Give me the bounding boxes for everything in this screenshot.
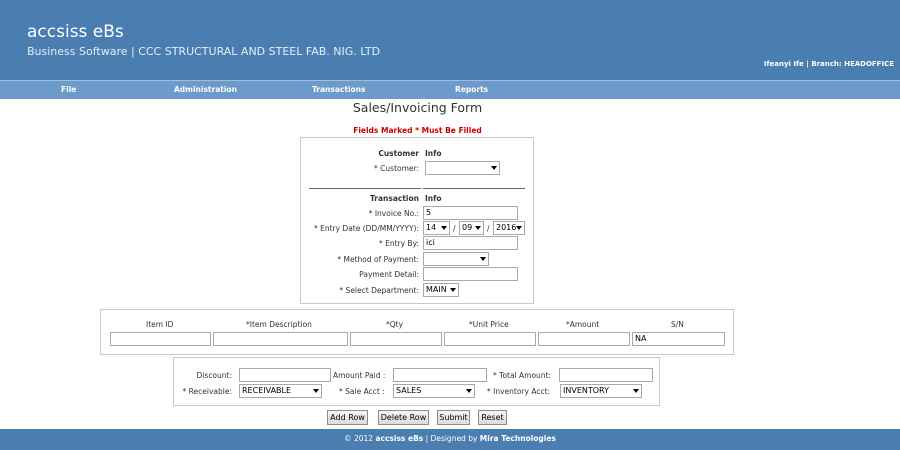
delete-row-button[interactable]: Delete Row (378, 410, 429, 425)
amount-input[interactable] (538, 332, 630, 346)
sale-acct-label: * Sale Acct : (339, 387, 385, 396)
date-separator: / (487, 224, 490, 233)
sale-acct-select[interactable]: SALES (393, 384, 475, 398)
inventory-acct-label: * Inventory Acct: (487, 387, 551, 396)
invoice-no-label: * Invoice No.: (368, 209, 419, 218)
nav-transactions[interactable]: Transactions (312, 85, 365, 94)
invoice-no-input[interactable]: 5 (423, 206, 518, 220)
receivable-label: * Receivable: (182, 387, 232, 396)
discount-input[interactable] (239, 368, 331, 382)
customer-label: * Customer: (374, 164, 419, 173)
payment-method-select[interactable] (423, 252, 489, 266)
payment-detail-label: Payment Detail: (359, 270, 419, 279)
app-title: accsiss eBs (27, 22, 124, 42)
table-header: *Qty (386, 320, 404, 329)
footer-product: accsiss eBs (375, 434, 424, 443)
footer-copyright: © 2012 (344, 434, 374, 443)
item-description-input[interactable] (213, 332, 348, 346)
main-nav: File Administration Transactions Reports (0, 80, 900, 99)
department-select[interactable]: MAIN (423, 283, 459, 297)
item-id-input[interactable] (110, 332, 211, 346)
nav-reports[interactable]: Reports (455, 85, 488, 94)
add-row-button[interactable]: Add Row (327, 410, 368, 425)
nav-administration[interactable]: Administration (174, 85, 237, 94)
divider (309, 188, 421, 189)
entry-by-input[interactable]: ici (423, 236, 518, 250)
receivable-select[interactable]: RECEIVABLE (239, 384, 322, 398)
app-subtitle: Business Software | CCC STRUCTURAL AND S… (27, 45, 381, 58)
amount-paid-input[interactable] (393, 368, 487, 382)
total-amount-input[interactable] (559, 368, 653, 382)
table-header: *Item Description (246, 320, 312, 329)
chevron-down-icon (466, 389, 472, 393)
page-footer: © 2012 accsiss eBs | Designed by Mira Te… (0, 429, 900, 450)
inventory-acct-select[interactable]: INVENTORY (560, 384, 642, 398)
chevron-down-icon (313, 389, 319, 393)
chevron-down-icon (450, 288, 456, 292)
submit-button[interactable]: Submit (437, 410, 470, 425)
transaction-heading-info: Info (425, 194, 442, 203)
chevron-down-icon (480, 257, 486, 261)
serial-number-input[interactable]: NA (632, 332, 725, 346)
customer-select[interactable] (425, 161, 500, 175)
chevron-down-icon (475, 226, 481, 230)
entry-by-label: * Entry By: (378, 239, 419, 248)
items-table: Item ID *Item Description *Qty *Unit Pri… (100, 309, 734, 355)
chevron-down-icon (441, 226, 447, 230)
qty-input[interactable] (350, 332, 442, 346)
chevron-down-icon (633, 389, 639, 393)
total-amount-label: * Total Amount: (493, 371, 552, 380)
entry-date-label: * Entry Date (DD/MM/YYYY): (313, 224, 419, 233)
department-label: * Select Department: (339, 286, 419, 295)
payment-detail-input[interactable] (423, 267, 518, 281)
totals-panel: Discount: Amount Paid : * Total Amount: … (173, 357, 660, 406)
divider (423, 188, 525, 189)
table-header: *Amount (566, 320, 600, 329)
entry-month-select[interactable]: 09 (459, 221, 484, 235)
payment-method-label: * Method of Payment: (337, 255, 419, 264)
entry-year-select[interactable]: 2016 (493, 221, 525, 235)
info-panel: Customer Info * Customer: Transaction In… (300, 137, 534, 304)
chevron-down-icon (516, 226, 522, 230)
user-branch-info: Ifeanyi Ife | Branch: HEADOFFICE (763, 60, 894, 68)
discount-label: Discount: (196, 371, 232, 380)
transaction-heading: Transaction (369, 194, 419, 203)
app-header: accsiss eBs Business Software | CCC STRU… (0, 0, 900, 80)
footer-designed-by: | Designed by (425, 434, 478, 443)
page-title: Sales/Invoicing Form (352, 100, 483, 115)
table-header: Item ID (146, 320, 174, 329)
nav-file[interactable]: File (61, 85, 76, 94)
entry-day-select[interactable]: 14 (423, 221, 450, 235)
reset-button[interactable]: Reset (478, 410, 507, 425)
unit-price-input[interactable] (444, 332, 536, 346)
customer-heading-info: Info (425, 149, 442, 158)
customer-heading: Customer (378, 149, 419, 158)
table-header: *Unit Price (469, 320, 509, 329)
date-separator: / (453, 224, 456, 233)
amount-paid-label: Amount Paid : (333, 371, 386, 380)
chevron-down-icon (491, 166, 497, 170)
required-fields-note: Fields Marked * Must Be Filled (353, 126, 482, 135)
footer-company: Mira Technologies (479, 434, 556, 443)
table-header: S/N (671, 320, 684, 329)
